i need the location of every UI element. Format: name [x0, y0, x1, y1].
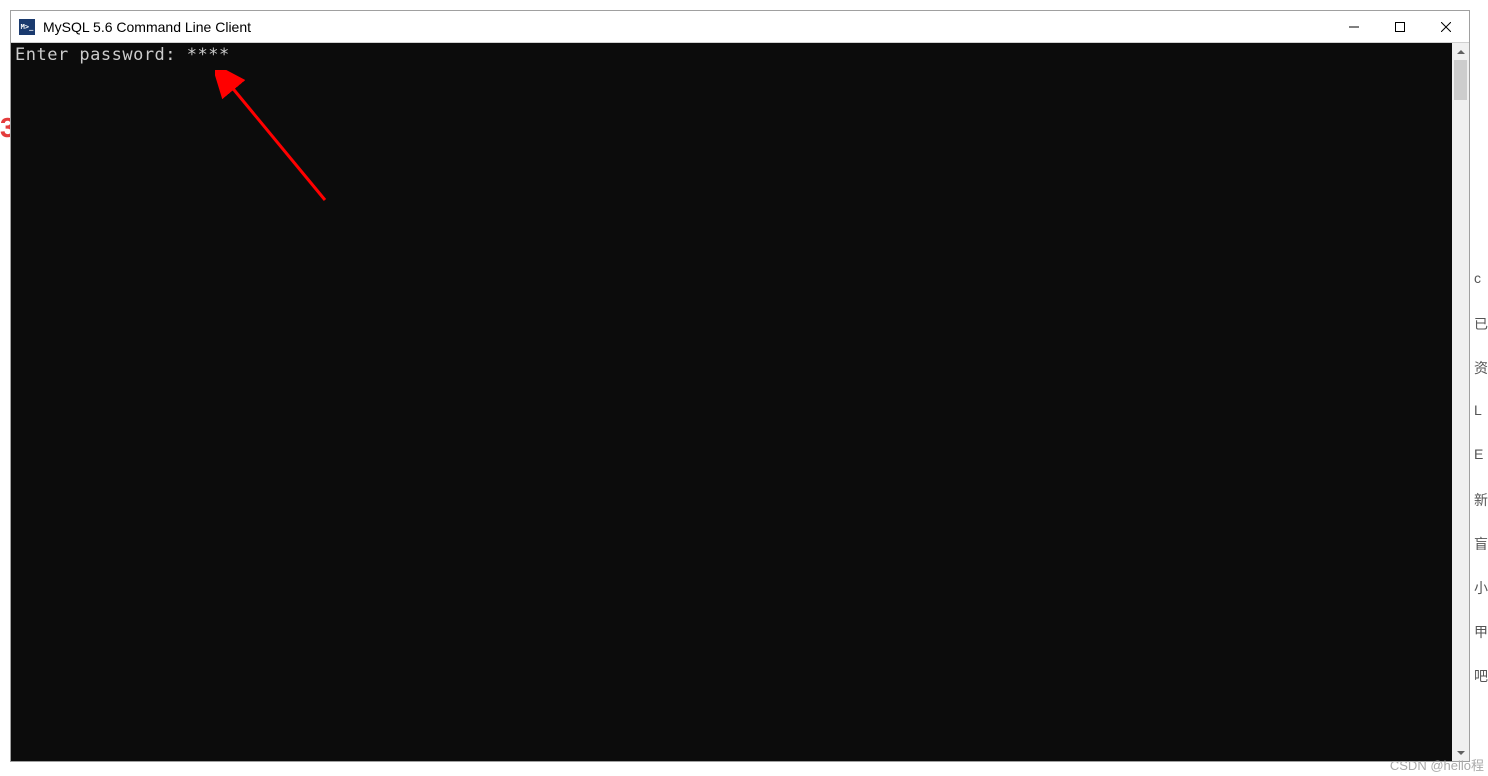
bg-sidebar-char: 小 [1474, 578, 1488, 602]
minimize-button[interactable] [1331, 11, 1377, 42]
chevron-up-icon [1457, 50, 1465, 54]
password-prompt: Enter password: [15, 45, 187, 65]
bg-sidebar-char: c [1474, 270, 1488, 294]
close-button[interactable] [1423, 11, 1469, 42]
minimize-icon [1349, 22, 1359, 32]
scrollbar-thumb[interactable] [1454, 60, 1467, 100]
console-line: Enter password: **** [15, 45, 1448, 65]
bg-sidebar-char: 已 [1474, 314, 1488, 338]
close-icon [1441, 22, 1451, 32]
bg-sidebar-char: 新 [1474, 490, 1488, 514]
window-title: MySQL 5.6 Command Line Client [43, 19, 1331, 35]
bg-sidebar-char: 甲 [1474, 622, 1488, 646]
bg-sidebar-char: E [1474, 446, 1488, 470]
maximize-icon [1395, 22, 1405, 32]
app-icon-text: M>_ [21, 23, 34, 31]
chevron-down-icon [1457, 751, 1465, 755]
scrollbar-up-button[interactable] [1452, 43, 1469, 60]
bg-sidebar-char: L [1474, 402, 1488, 426]
watermark: CSDN @hello程 [1390, 755, 1484, 774]
console-window: M>_ MySQL 5.6 Command Line Client [10, 10, 1470, 762]
bg-sidebar-char: 吧 [1474, 666, 1488, 690]
window-controls [1331, 11, 1469, 42]
bg-sidebar-char: 盲 [1474, 534, 1488, 558]
console-content[interactable]: Enter password: **** [11, 43, 1452, 761]
titlebar[interactable]: M>_ MySQL 5.6 Command Line Client [11, 11, 1469, 43]
console-body[interactable]: Enter password: **** [11, 43, 1469, 761]
app-icon: M>_ [19, 19, 35, 35]
bg-sidebar-fragments: c 已 资 L E 新 盲 小 甲 吧 [1474, 270, 1488, 690]
vertical-scrollbar[interactable] [1452, 43, 1469, 761]
maximize-button[interactable] [1377, 11, 1423, 42]
bg-sidebar-char: 资 [1474, 358, 1488, 382]
password-input-masked[interactable]: **** [187, 45, 230, 65]
